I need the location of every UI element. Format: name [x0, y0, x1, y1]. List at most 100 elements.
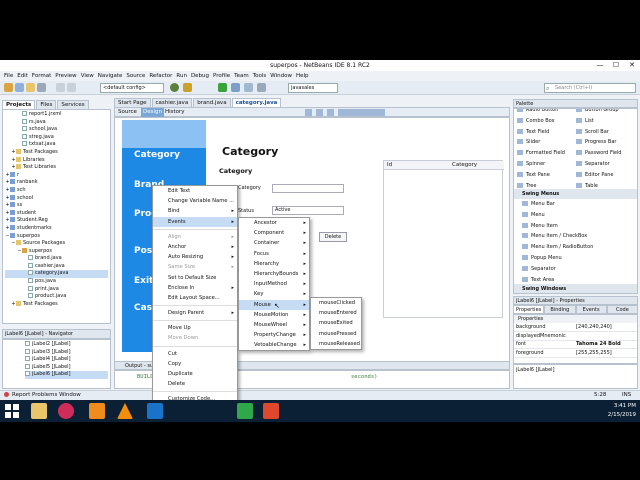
tree-item[interactable]: + Test Libraries — [5, 164, 108, 172]
palette-item[interactable]: Text Pane — [517, 170, 550, 181]
menu-file[interactable]: File — [2, 71, 15, 81]
menu-debug[interactable]: Debug — [189, 71, 211, 81]
start-windows-icon[interactable] — [4, 403, 20, 419]
menu-edit[interactable]: Edit — [15, 71, 30, 81]
palette-item[interactable]: Radio Button — [517, 109, 558, 116]
context-menu-item[interactable]: Auto Resizing ▸ — [153, 252, 237, 262]
events-menu-item[interactable]: VetoableChange ▸ — [239, 340, 309, 350]
context-menu-item[interactable]: Cut — [153, 349, 237, 359]
tab-history[interactable]: History — [165, 108, 185, 117]
delete-button[interactable]: Delete — [319, 232, 347, 242]
mouse-event-item[interactable]: mouseReleased — [311, 339, 361, 349]
events-menu-item[interactable]: Hierarchy ▸ — [239, 259, 309, 269]
editor-tab[interactable]: category.java — [231, 98, 282, 107]
menu-view[interactable]: View — [79, 71, 96, 81]
events-menu-item[interactable]: InputMethod ▸ — [239, 279, 309, 289]
debug-icon[interactable] — [231, 83, 240, 92]
tree-item[interactable]: + Test Packages — [5, 300, 108, 309]
target-combo[interactable]: javasales — [288, 83, 338, 93]
palette-item[interactable]: Editor Pane — [576, 170, 614, 181]
context-menu-item[interactable]: Anchor ▸ — [153, 242, 237, 252]
report-problems-icon[interactable] — [4, 392, 9, 397]
menu-profile[interactable]: Profile — [211, 71, 232, 81]
property-row[interactable]: background [240,240,240] — [514, 323, 637, 332]
tree-item[interactable]: product.java — [5, 293, 108, 301]
events-menu-item[interactable]: MouseWheel ▸ — [239, 320, 309, 330]
redo-icon[interactable] — [67, 83, 76, 92]
palette-item[interactable]: Menu Item / CheckBox — [522, 231, 637, 242]
tree-item[interactable]: + r — [5, 171, 108, 180]
tree-item[interactable]: + ranbank — [5, 179, 108, 187]
navigator-item[interactable]: jLabel5 [JLabel] — [25, 363, 108, 372]
tree-item[interactable]: − Source Packages — [5, 240, 108, 248]
tree-item[interactable]: school.java — [5, 126, 108, 134]
build-icon[interactable] — [170, 83, 179, 92]
palette-item[interactable]: Separator — [522, 264, 637, 275]
xampp-icon[interactable] — [89, 403, 105, 419]
context-menu-item[interactable]: Align ▸ — [153, 232, 237, 242]
navigator-item[interactable]: jLabel3 [JLabel] — [25, 348, 108, 357]
search-input[interactable]: Search (Ctrl+I) — [544, 83, 636, 93]
tree-item[interactable]: + student — [5, 209, 108, 218]
editor-tab[interactable]: cashier.java — [151, 98, 193, 107]
palette-item[interactable]: Menu Bar — [522, 199, 637, 210]
red-app-icon[interactable] — [263, 403, 279, 419]
status-combo[interactable]: Active — [272, 206, 344, 215]
minimize-button[interactable]: — — [592, 60, 608, 71]
report-problems-link[interactable]: Report Problems Window — [12, 392, 81, 398]
config-combo[interactable]: <default config> — [100, 83, 164, 93]
tab-source[interactable]: Source — [118, 108, 137, 117]
tree-item[interactable]: + school — [5, 194, 108, 203]
form-nav-label[interactable]: Exit — [134, 276, 153, 286]
palette-item[interactable]: Progress Bar — [576, 137, 616, 148]
events-menu-item[interactable]: Component ▸ — [239, 228, 309, 238]
context-menu-item[interactable]: Set to Default Size — [153, 273, 237, 283]
tab-projects[interactable]: Projects — [2, 100, 36, 109]
form-nav-label[interactable]: Pos — [134, 246, 152, 256]
menu-tools[interactable]: Tools — [251, 71, 269, 81]
context-menu-item[interactable]: Edit Layout Space... — [153, 293, 237, 303]
tree-item[interactable]: brand.java — [5, 255, 108, 263]
property-row[interactable]: displayedMnemonic — [514, 331, 637, 341]
file-explorer-icon[interactable] — [31, 403, 47, 419]
properties-tab[interactable]: Binding — [544, 305, 576, 314]
property-row[interactable]: font Tahoma 24 Bold — [514, 340, 637, 349]
alignment-tools[interactable] — [305, 109, 385, 116]
new-project-icon[interactable] — [4, 83, 13, 92]
tab-services[interactable]: Services — [57, 100, 89, 109]
menu-run[interactable]: Run — [174, 71, 189, 81]
tree-item[interactable]: + studentmarks — [5, 224, 108, 233]
tab-design[interactable]: Design — [141, 108, 164, 117]
events-menu-item[interactable]: Ancestor ▸ — [239, 218, 309, 228]
palette-section-swing-windows[interactable]: Swing Windows — [514, 284, 637, 293]
properties-tab[interactable]: Code — [606, 305, 638, 314]
context-menu-item[interactable]: Enclose In ▸ — [153, 283, 237, 293]
mouse-event-item[interactable]: mouseClicked — [311, 298, 361, 308]
form-nav-label[interactable]: Category — [134, 150, 180, 160]
palette-item[interactable]: List — [576, 116, 594, 127]
tree-item[interactable]: report1.jrxml — [5, 111, 108, 119]
property-value[interactable] — [574, 331, 637, 341]
menu-help[interactable]: Help — [294, 71, 311, 81]
context-menu-item[interactable]: Duplicate — [153, 369, 237, 379]
navigator-item[interactable]: jLabel4 [JLabel] — [25, 356, 108, 364]
netbeans-taskbar-icon[interactable] — [147, 403, 163, 419]
open-project-icon[interactable] — [26, 83, 35, 92]
clean-build-icon[interactable] — [183, 83, 192, 92]
close-button[interactable]: ✕ — [624, 60, 640, 71]
palette-item[interactable]: Popup Menu — [522, 253, 637, 264]
palette-item[interactable]: Scroll Bar — [576, 127, 609, 138]
palette-item[interactable]: Spinner — [517, 159, 545, 170]
editor-tab[interactable]: Start Page — [114, 98, 151, 107]
palette-item[interactable]: Menu Item / RadioButton — [522, 242, 637, 253]
green-app-icon[interactable] — [237, 403, 253, 419]
context-menu-item[interactable]: Design Parent ▸ — [153, 308, 237, 318]
palette-item[interactable]: Menu — [522, 210, 637, 221]
palette-section-swing-menus[interactable]: Swing Menus — [514, 189, 637, 199]
context-menu-item[interactable]: Same Size ▸ — [153, 262, 237, 272]
menu-format[interactable]: Format — [30, 71, 53, 81]
menu-window[interactable]: Window — [268, 71, 294, 81]
palette-item[interactable]: Slider — [517, 137, 540, 148]
menu-navigate[interactable]: Navigate — [96, 71, 125, 81]
tree-item[interactable]: − superpos — [5, 247, 108, 256]
